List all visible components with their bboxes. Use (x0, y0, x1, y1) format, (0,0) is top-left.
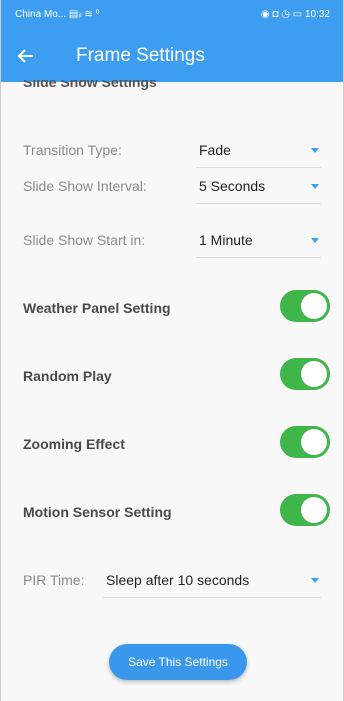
phone-frame: China Mo... ▤ᵢₗ ≋ ⁰ ◉ ◘ ◷ ▭ 10:32 Frame … (0, 0, 344, 701)
pir-time-label: PIR Time: (23, 572, 85, 588)
toggle-knob (301, 497, 327, 523)
zooming-effect-label: Zooming Effect (23, 436, 125, 452)
toggle-knob (301, 361, 327, 387)
arrow-left-icon (17, 49, 33, 63)
status-carrier: China Mo... ▤ᵢₗ ≋ ⁰ (15, 9, 100, 20)
slide-interval-value: 5 Seconds (199, 178, 266, 194)
random-play-row: Random Play (23, 358, 330, 394)
chevron-down-icon (311, 184, 319, 189)
toggle-knob (301, 293, 327, 319)
transition-type-dropdown[interactable]: Fade (196, 134, 321, 168)
toggle-knob (301, 429, 327, 455)
slide-start-label: Slide Show Start in: (23, 232, 146, 248)
slide-interval-label: Slide Show Interval: (23, 178, 147, 194)
status-time: 10:32 (304, 9, 330, 20)
signal-icon: ▤ᵢₗ ≋ ⁰ (68, 9, 100, 20)
slide-start-dropdown[interactable]: 1 Minute (196, 224, 321, 258)
zooming-effect-toggle[interactable] (280, 426, 330, 458)
pir-time-value: Sleep after 10 seconds (106, 572, 250, 588)
weather-panel-toggle[interactable] (280, 290, 330, 322)
page-title: Frame Settings (76, 45, 205, 66)
transition-type-label: Transition Type: (23, 142, 122, 158)
section-title: Slide Show Settings (23, 80, 157, 90)
slide-interval-dropdown[interactable]: 5 Seconds (196, 170, 321, 204)
transition-type-value: Fade (199, 142, 231, 158)
app-bar: China Mo... ▤ᵢₗ ≋ ⁰ ◉ ◘ ◷ ▭ 10:32 Frame … (1, 0, 343, 82)
weather-panel-label: Weather Panel Setting (23, 300, 171, 316)
pir-time-dropdown[interactable]: Sleep after 10 seconds (103, 564, 321, 598)
chevron-down-icon (311, 238, 319, 243)
status-icons: ◉ ◘ ◷ ▭ (260, 9, 303, 20)
back-button[interactable] (14, 43, 40, 69)
slide-start-row: Slide Show Start in: 1 Minute (23, 222, 321, 262)
status-bar: China Mo... ▤ᵢₗ ≋ ⁰ ◉ ◘ ◷ ▭ 10:32 (1, 0, 343, 28)
motion-sensor-label: Motion Sensor Setting (23, 504, 172, 520)
motion-sensor-row: Motion Sensor Setting (23, 494, 330, 530)
save-settings-button[interactable]: Save This Settings (109, 644, 247, 680)
pir-time-row: PIR Time: Sleep after 10 seconds (23, 562, 321, 602)
slide-start-value: 1 Minute (199, 232, 253, 248)
chevron-down-icon (311, 578, 319, 583)
random-play-label: Random Play (23, 368, 112, 384)
chevron-down-icon (311, 148, 319, 153)
slide-interval-row: Slide Show Interval: 5 Seconds (23, 168, 321, 208)
carrier-text: China Mo... (15, 9, 67, 20)
random-play-toggle[interactable] (280, 358, 330, 390)
status-right: ◉ ◘ ◷ ▭ 10:32 (261, 9, 330, 20)
zooming-effect-row: Zooming Effect (23, 426, 330, 462)
motion-sensor-toggle[interactable] (280, 494, 330, 526)
weather-panel-row: Weather Panel Setting (23, 290, 330, 326)
